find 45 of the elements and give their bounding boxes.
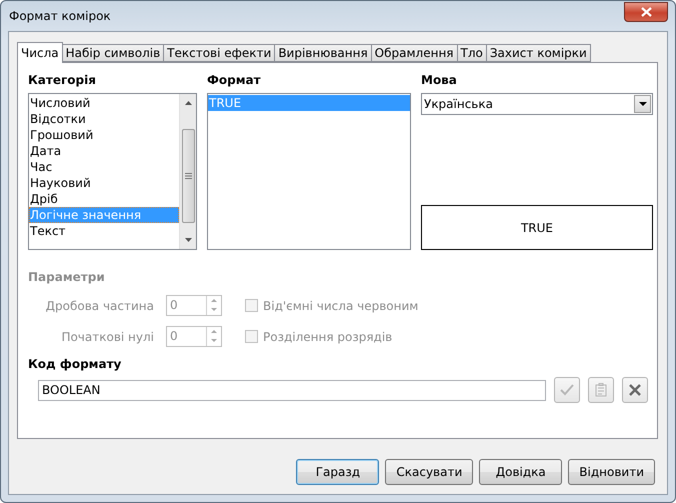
delete-button[interactable]	[622, 377, 648, 403]
category-label: Категорія	[28, 72, 97, 89]
format-code-field[interactable]: BOOLEAN	[38, 380, 546, 400]
list-item[interactable]: Відсотки	[29, 111, 179, 127]
list-item[interactable]: Числовий	[29, 95, 179, 111]
checkbox-label: Від'ємні числа червоним	[263, 298, 418, 312]
checkbox-label: Розділення розрядів	[263, 330, 392, 344]
close-icon	[640, 7, 652, 17]
dialog-button[interactable]: Довідка	[479, 458, 562, 484]
format-code-label: Код формату	[28, 356, 122, 373]
preview-area: TRUE	[421, 205, 653, 250]
language-dropdown[interactable]: Українська	[421, 93, 653, 115]
dialog-button[interactable]: Скасувати	[385, 458, 474, 484]
note-icon	[595, 383, 608, 397]
close-button[interactable]	[624, 2, 668, 22]
tab[interactable]: Обрамлення	[370, 44, 458, 62]
close-icon	[629, 384, 641, 396]
tab[interactable]: Набір символів	[62, 44, 164, 62]
field-label: Дробова частина	[46, 298, 154, 312]
grip-icon	[184, 173, 192, 179]
category-list[interactable]: Числовий Відсотки Грошовий Дата Час Науковий Дріб Логічне значення Текст	[28, 93, 197, 250]
tab[interactable]: Текстові ефекти	[163, 44, 276, 62]
list-item[interactable]: Науковий	[29, 175, 179, 191]
dialog-button[interactable]: Гаразд	[296, 458, 380, 484]
dialog-button[interactable]: Відновити	[568, 458, 655, 484]
scroll-thumb[interactable]	[182, 129, 194, 223]
list-item[interactable]: Дата	[29, 143, 179, 159]
scroll-down-icon	[184, 238, 192, 242]
dropdown-arrow-icon	[638, 102, 646, 106]
field-label: Початкові нулі	[61, 330, 154, 344]
tab[interactable]: Тло	[456, 44, 487, 62]
list-item[interactable]: Дріб	[29, 191, 179, 207]
scrollbar[interactable]	[179, 94, 196, 249]
list-item[interactable]: Текст	[29, 223, 179, 239]
check-icon	[560, 384, 574, 396]
list-item[interactable]: Грошовий	[29, 127, 179, 143]
format-label: Формат	[207, 72, 262, 89]
tab[interactable]: Вирівнювання	[274, 44, 372, 62]
tab[interactable]: Захист комірки	[486, 44, 591, 62]
list-item[interactable]: Час	[29, 159, 179, 175]
options-heading: Параметри	[28, 269, 106, 286]
window-title: Формат комірок	[8, 9, 111, 23]
language-label: Мова	[421, 72, 458, 89]
tab[interactable]: Числа	[17, 42, 63, 63]
scroll-up-icon	[184, 101, 192, 105]
